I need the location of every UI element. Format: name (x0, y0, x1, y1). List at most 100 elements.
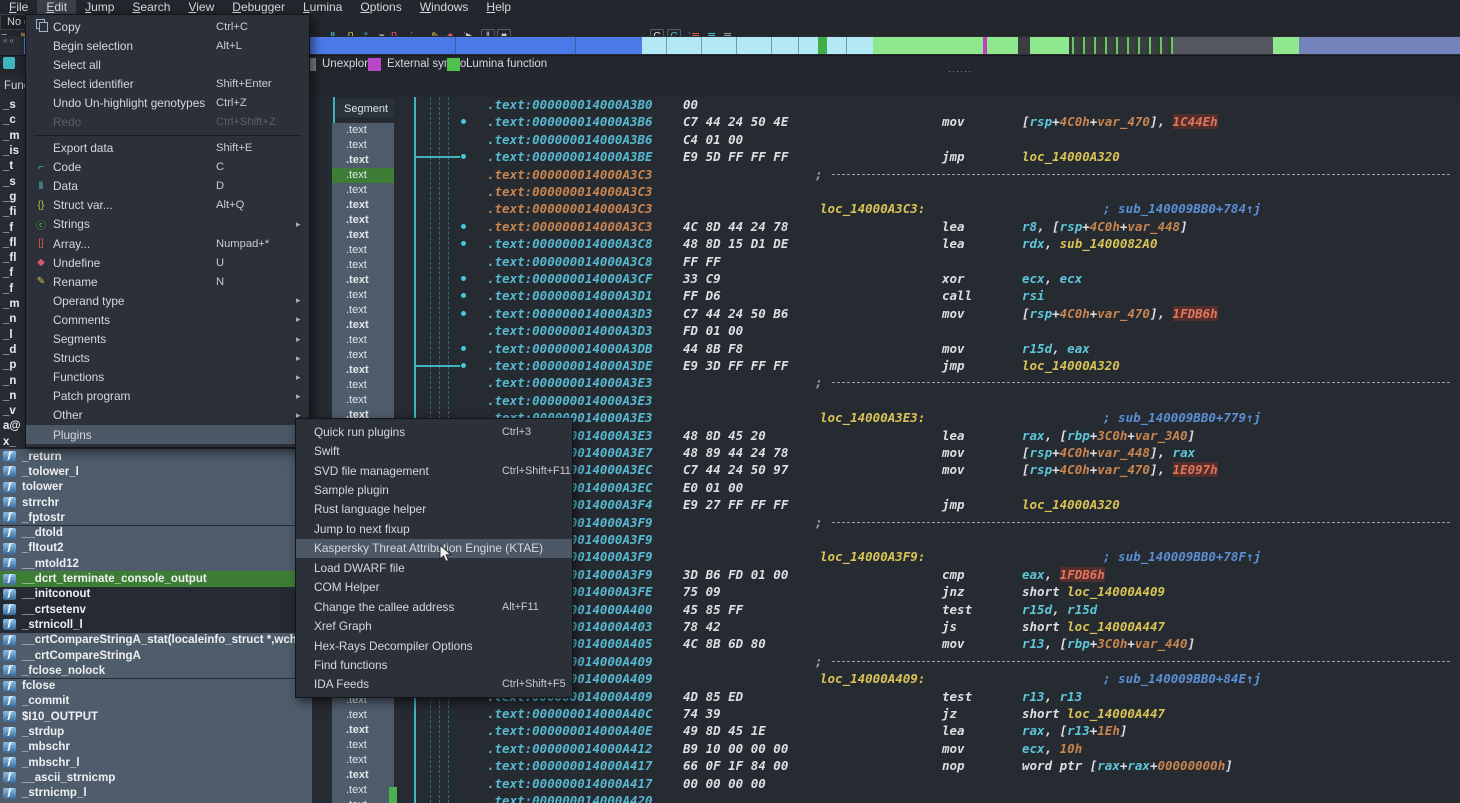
register[interactable]: r15d (1022, 341, 1052, 356)
operand-text[interactable]: var_448 (1097, 445, 1150, 460)
operand-text[interactable]: + (1127, 428, 1135, 443)
function-list-item[interactable]: f__ascii_strnicmp (0, 770, 312, 785)
operand-text[interactable]: var_440 (1135, 636, 1188, 651)
menu-item-array-[interactable]: []Array...Numpad+* (26, 234, 309, 253)
operand-text[interactable]: 4C0h (1060, 445, 1090, 460)
function-list-item[interactable]: ffclose (0, 679, 312, 694)
function-list-item[interactable]: f__dtold (0, 526, 312, 541)
disasm-line[interactable]: .text:000000014000A40E49 8D 45 1Elearax,… (312, 722, 1460, 739)
disasm-line[interactable]: .text:000000014000A3DEE9 3D FF FF FFjmpl… (312, 357, 1460, 374)
menubar-item-options[interactable]: Options (351, 0, 410, 14)
register[interactable]: rsp (1030, 445, 1053, 460)
register[interactable]: eax (1067, 341, 1090, 356)
code-ref[interactable]: loc_14000A447 (1067, 619, 1165, 634)
menu-item-redo[interactable]: RedoCtrl+Shift+Z (26, 112, 309, 131)
operand-text[interactable]: , (1052, 341, 1067, 356)
register[interactable]: rbp (1067, 428, 1090, 443)
disasm-line[interactable]: .text:000000014000A3C3 (312, 183, 1460, 200)
function-list-item[interactable]: f_strnicmp_l (0, 786, 312, 801)
immediate-highlight[interactable]: 1C44Eh (1173, 114, 1218, 129)
menu-item-other[interactable]: Other▸ (26, 406, 309, 425)
operand-text[interactable]: ] (1120, 723, 1128, 738)
disasm-line[interactable]: .text:000000014000A3C8FF FF (312, 253, 1460, 270)
submenu-item-find-functions[interactable]: Find functions (296, 655, 572, 674)
operand-text[interactable]: 4C0h (1060, 306, 1090, 321)
operand-text[interactable]: word ptr [ (1022, 758, 1097, 773)
operand-text[interactable]: ], (1150, 306, 1173, 321)
menu-item-rename[interactable]: ✎RenameN (26, 272, 309, 291)
register[interactable]: r15d (1067, 602, 1097, 617)
code-ref[interactable]: loc_14000A320 (1022, 149, 1120, 164)
immediate-highlight[interactable]: 1FDB6h (1173, 306, 1218, 321)
operand-text[interactable]: , [ (1045, 723, 1068, 738)
disasm-line[interactable]: .text:000000014000A3B6C4 01 00 (312, 131, 1460, 148)
function-list-item[interactable]: f__crtsetenv (0, 602, 312, 617)
operand-text[interactable]: 4C0h (1090, 219, 1120, 234)
register[interactable]: r8 (1022, 219, 1037, 234)
menu-item-structs[interactable]: Structs▸ (26, 349, 309, 368)
menu-item-patch-program[interactable]: Patch program▸ (26, 387, 309, 406)
function-list-item[interactable]: f_mbschr (0, 740, 312, 755)
code-ref[interactable]: loc_14000A447 (1067, 706, 1165, 721)
operand-text[interactable]: [ (1022, 462, 1030, 477)
disasm-line[interactable]: .text:000000014000A3BEE9 5D FF FF FFjmpl… (312, 148, 1460, 165)
function-list-item[interactable]: f_mbschr_l (0, 755, 312, 770)
function-list-item[interactable]: f$I10_OUTPUT (0, 709, 312, 724)
register[interactable]: rax (1173, 445, 1196, 460)
menubar-item-search[interactable]: Search (123, 0, 179, 14)
operand-text[interactable]: + (1052, 445, 1060, 460)
band-left-chevrons-icon[interactable]: « « (3, 36, 14, 45)
menubar-item-help[interactable]: Help (477, 0, 520, 14)
operand-text[interactable]: 00000000h (1157, 758, 1225, 773)
menubar-item-edit[interactable]: Edit (37, 0, 76, 14)
disasm-line[interactable]: .text:000000014000A3E3 (312, 392, 1460, 409)
function-list-item[interactable]: f_strdup (0, 724, 312, 739)
operand-text[interactable]: , (1045, 741, 1060, 756)
menu-item-code[interactable]: ⌐CodeC (26, 158, 309, 177)
menu-item-functions[interactable]: Functions▸ (26, 368, 309, 387)
operand-text[interactable]: ], (1150, 114, 1173, 129)
operand-text[interactable]: , (1045, 236, 1060, 251)
function-list-item[interactable]: f_fclose_nolock (0, 663, 312, 678)
code-ref[interactable]: sub_1400082A0 (1060, 236, 1158, 251)
function-list-item[interactable]: ftolower (0, 480, 312, 495)
disasm-line[interactable]: .text:000000014000A3DB44 8B F8movr15d, e… (312, 340, 1460, 357)
operand-text[interactable]: + (1052, 114, 1060, 129)
submenu-item-swift[interactable]: Swift (296, 441, 572, 460)
register[interactable]: eax (1022, 567, 1045, 582)
submenu-item-xref-graph[interactable]: Xref Graph (296, 616, 572, 635)
function-list-item[interactable]: f_fptostr (0, 510, 312, 525)
menu-item-struct-var-[interactable]: {}Struct var...Alt+Q (26, 196, 309, 215)
operand-text[interactable]: , (1045, 567, 1060, 582)
register[interactable]: rdx (1022, 236, 1045, 251)
operand-text[interactable]: + (1082, 219, 1090, 234)
register[interactable]: rax (1127, 758, 1150, 773)
disasm-line[interactable]: .text:000000014000A3B000 (312, 97, 1460, 113)
submenu-item-kaspersky-threat-attribution-engine-ktae-[interactable]: Kaspersky Threat Attribution Engine (KTA… (296, 539, 572, 558)
menu-item-operand-type[interactable]: Operand type▸ (26, 291, 309, 310)
disasm-line[interactable]: .text:000000014000A3D1FF D6callrsi (312, 287, 1460, 304)
register[interactable]: rsp (1030, 462, 1053, 477)
register[interactable]: r13 (1067, 723, 1090, 738)
operand-text[interactable]: short (1022, 584, 1067, 599)
operand-text[interactable]: 1Eh (1097, 723, 1120, 738)
code-ref[interactable]: loc_14000A320 (1022, 358, 1120, 373)
function-list-item[interactable]: f__crtCompareStringA (0, 648, 312, 663)
menubar-item-view[interactable]: View (179, 0, 223, 14)
disasm-line[interactable]: .text:000000014000A41700 00 00 00 (312, 775, 1460, 792)
operand-text[interactable]: [ (1022, 114, 1030, 129)
menu-item-begin-selection[interactable]: Begin selectionAlt+L (26, 36, 309, 55)
disasm-line[interactable]: .text:000000014000A3D3C7 44 24 50 B6mov[… (312, 305, 1460, 322)
submenu-item-sample-plugin[interactable]: Sample plugin (296, 480, 572, 499)
operand-text[interactable]: ] (1180, 219, 1188, 234)
operand-text[interactable]: var_3A0 (1135, 428, 1188, 443)
disasm-line[interactable]: .text:000000014000A3C34C 8D 44 24 78lear… (312, 218, 1460, 235)
menubar-item-windows[interactable]: Windows (411, 0, 478, 14)
function-list-item[interactable]: f_return (0, 449, 312, 464)
register[interactable]: r15d (1022, 602, 1052, 617)
disasm-line[interactable]: .text:000000014000A3E3; (312, 374, 1460, 391)
menu-item-plugins[interactable]: Plugins▸ (26, 425, 309, 444)
submenu-item-rust-language-helper[interactable]: Rust language helper (296, 500, 572, 519)
function-list-item[interactable]: f__initconout (0, 587, 312, 602)
operand-text[interactable]: [ (1022, 445, 1030, 460)
